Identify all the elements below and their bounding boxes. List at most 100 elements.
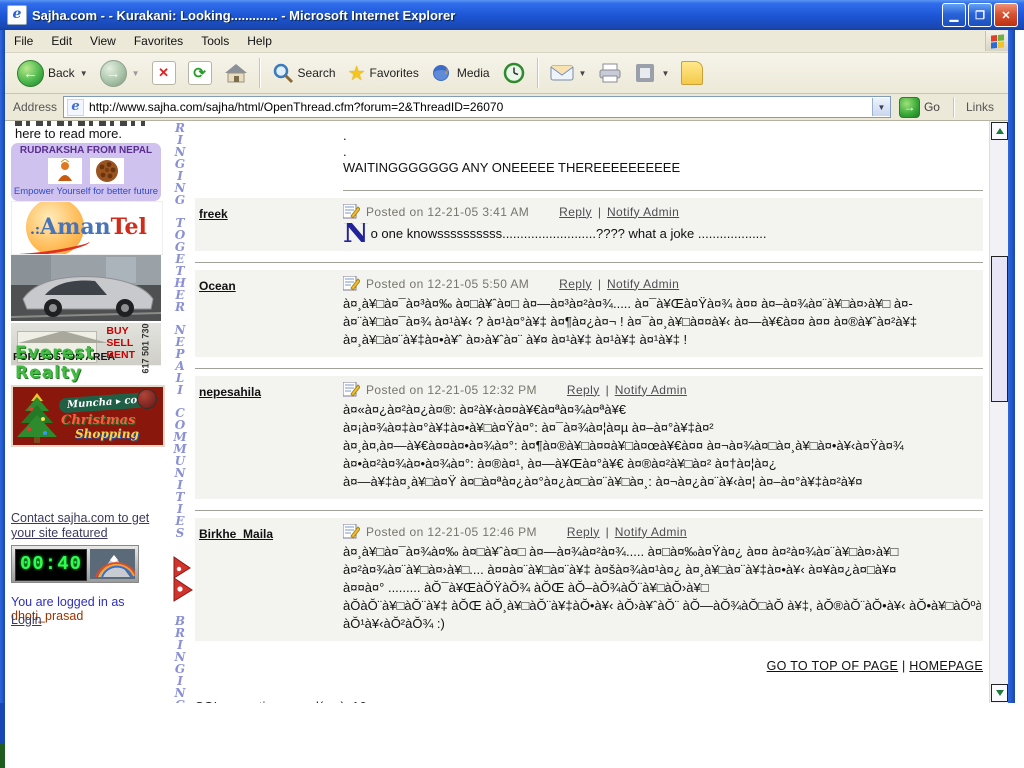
vertical-banner-word: RINGING	[175, 122, 186, 206]
go-to-top-link[interactable]: GO TO TOP OF PAGE	[767, 659, 899, 673]
go-button[interactable]: → Go	[891, 97, 948, 118]
post-row: nepesahila Posted on 12-21-05 12:32 PM R…	[195, 376, 983, 499]
post-author-link[interactable]: freek	[199, 207, 228, 221]
homepage-link[interactable]: HOMEPAGE	[909, 659, 983, 673]
refresh-icon: ⟳	[188, 61, 212, 85]
car-ad-image[interactable]	[11, 255, 161, 321]
rudraksha-tagline: Empower Yourself for better future	[11, 186, 161, 197]
post-note-icon	[343, 524, 360, 539]
scrollbar-thumb[interactable]	[991, 256, 1008, 402]
menu-bar: FileEditViewFavoritesToolsHelp	[5, 30, 1008, 53]
page-viewport: here to read more. RUDRAKSHA FROM NEPAL	[5, 120, 1008, 703]
everest-realty-logo: Everest Realty	[15, 343, 161, 383]
posted-on-text: Posted on 12-21-05 5:50 AM	[366, 277, 529, 291]
home-button[interactable]	[218, 59, 254, 87]
address-label: Address	[13, 100, 57, 114]
menu-item-edit[interactable]: Edit	[42, 31, 81, 51]
screen: e Sajha.com - - Kurakani: Looking.......…	[0, 0, 1024, 768]
everest-realty-ad[interactable]: FOR BOSTON AREA BUYSELLRENT 617 501 7309…	[11, 323, 161, 383]
posted-on-text: Posted on 12-21-05 12:32 PM	[366, 383, 537, 397]
reply-link[interactable]: Reply	[559, 205, 592, 219]
post-header: Posted on 12-21-05 12:46 PM Reply | Noti…	[343, 522, 981, 541]
menu-item-favorites[interactable]: Favorites	[125, 31, 192, 51]
back-icon: ←	[17, 60, 44, 87]
post-divider	[195, 262, 983, 263]
page-scrollbar[interactable]	[989, 121, 1008, 703]
post-header: Posted on 12-21-05 3:41 AM Reply | Notif…	[343, 202, 981, 221]
stop-button[interactable]: ✕	[146, 58, 182, 88]
post-author-link[interactable]: Ocean	[199, 279, 236, 293]
thread-opening-text: . . WAITINGGGGGGG ANY ONEEEEE THEREEEEEE…	[195, 121, 983, 176]
main-content: . . WAITINGGGGGGG ANY ONEEEEE THEREEEEEE…	[193, 121, 989, 703]
posted-on-text: Posted on 12-21-05 12:46 PM	[366, 525, 537, 539]
phone-card-ad[interactable]: 00:40	[11, 545, 139, 583]
amantel-logo: .:AmanTel	[30, 214, 147, 240]
scroll-up-button[interactable]	[991, 122, 1008, 140]
mail-icon	[550, 64, 574, 82]
address-dropdown-button[interactable]: ▼	[872, 98, 890, 116]
post-header: Posted on 12-21-05 5:50 AM Reply | Notif…	[343, 274, 981, 293]
amantel-ad[interactable]: .:AmanTel	[11, 201, 163, 255]
favorites-label: Favorites	[370, 66, 419, 80]
links-toolbar[interactable]: Links	[960, 100, 1004, 114]
notify-admin-link[interactable]: Notify Admin	[615, 383, 687, 397]
media-button[interactable]: ♪ Media	[425, 59, 496, 87]
reply-link[interactable]: Reply	[567, 525, 600, 539]
forward-chevron-icon: ▼	[132, 69, 140, 78]
shopping-text: Shopping	[75, 427, 139, 441]
back-label: Back	[48, 66, 75, 80]
contact-featured-link[interactable]: Contact sajha.com to get your site featu…	[11, 511, 167, 541]
close-button[interactable]: ✕	[994, 3, 1018, 27]
footer-links: GO TO TOP OF PAGE | HOMEPAGE	[195, 659, 983, 673]
reply-link[interactable]: Reply	[567, 383, 600, 397]
notify-admin-link[interactable]: Notify Admin	[607, 277, 679, 291]
refresh-button[interactable]: ⟳	[182, 58, 218, 88]
muncha-christmas-ad[interactable]: Muncha ▸ com Christmas Shopping	[11, 385, 165, 447]
history-button[interactable]	[496, 58, 532, 88]
post-row: Ocean Posted on 12-21-05 5:50 AM Reply |…	[195, 270, 983, 357]
ie-window: e Sajha.com - - Kurakani: Looking.......…	[0, 0, 1024, 703]
search-button[interactable]: Search	[266, 59, 342, 87]
nepal-flag-icon	[173, 556, 193, 607]
print-icon	[598, 62, 622, 84]
post-author-link[interactable]: Birkhe_Maila	[199, 527, 273, 541]
post-row: Birkhe_Maila Posted on 12-21-05 12:46 PM…	[195, 518, 983, 641]
forward-icon: →	[100, 60, 127, 87]
back-button[interactable]: ← Back ▼	[11, 57, 94, 90]
reply-link[interactable]: Reply	[559, 277, 592, 291]
messenger-button[interactable]	[675, 58, 709, 88]
notify-admin-link[interactable]: Notify Admin	[615, 525, 687, 539]
address-input[interactable]: e http://www.sajha.com/sajha/html/OpenTh…	[63, 96, 891, 118]
mail-button[interactable]: ▼	[544, 61, 593, 85]
post-author-link[interactable]: nepesahila	[199, 385, 261, 399]
sidebar: here to read more. RUDRAKSHA FROM NEPAL	[5, 121, 167, 703]
media-label: Media	[457, 66, 490, 80]
deity-image	[48, 158, 82, 184]
maximize-button[interactable]: ❒	[968, 3, 992, 27]
address-url: http://www.sajha.com/sajha/html/OpenThre…	[89, 100, 503, 114]
vertical-banner-word: TOGETHER	[174, 217, 185, 313]
print-button[interactable]	[592, 59, 628, 87]
minimize-button[interactable]: ▁	[942, 3, 966, 27]
edit-button[interactable]: ▼	[628, 59, 675, 87]
notify-admin-link[interactable]: Notify Admin	[607, 205, 679, 219]
menu-item-tools[interactable]: Tools	[192, 31, 238, 51]
windows-logo-icon	[985, 31, 1008, 51]
post-body: à¤«à¤¿à¤²à¤¿à¤®: à¤²à¥‹à¤¤à¥€à¤ªà¤¾à¤ªà¥…	[343, 401, 981, 491]
menu-item-view[interactable]: View	[81, 31, 125, 51]
christmas-tree-image	[17, 391, 57, 447]
post-body: à¤¸à¥□à¤¯à¤¾à¤‰ à¤□à¥ˆà¤□ à¤—à¤¾à¤²à¤¾..…	[343, 543, 981, 633]
address-bar: Address e http://www.sajha.com/sajha/htm…	[5, 94, 1008, 120]
favorites-button[interactable]: ★ Favorites	[342, 58, 425, 89]
edit-chevron-icon: ▼	[661, 69, 669, 78]
vertical-banner-word: BRINGING	[175, 615, 186, 703]
menu-item-file[interactable]: File	[5, 31, 42, 51]
edit-icon	[634, 62, 656, 84]
countdown-clock: 00:40	[15, 549, 87, 581]
scroll-down-button[interactable]	[991, 684, 1008, 702]
rudraksha-ad[interactable]: RUDRAKSHA FROM NEPAL Empower Yourself fo…	[11, 143, 161, 201]
menu-item-help[interactable]: Help	[238, 31, 281, 51]
login-link[interactable]: Login	[11, 613, 42, 627]
post-note-icon	[343, 382, 360, 397]
forward-button[interactable]: → ▼	[94, 57, 146, 90]
